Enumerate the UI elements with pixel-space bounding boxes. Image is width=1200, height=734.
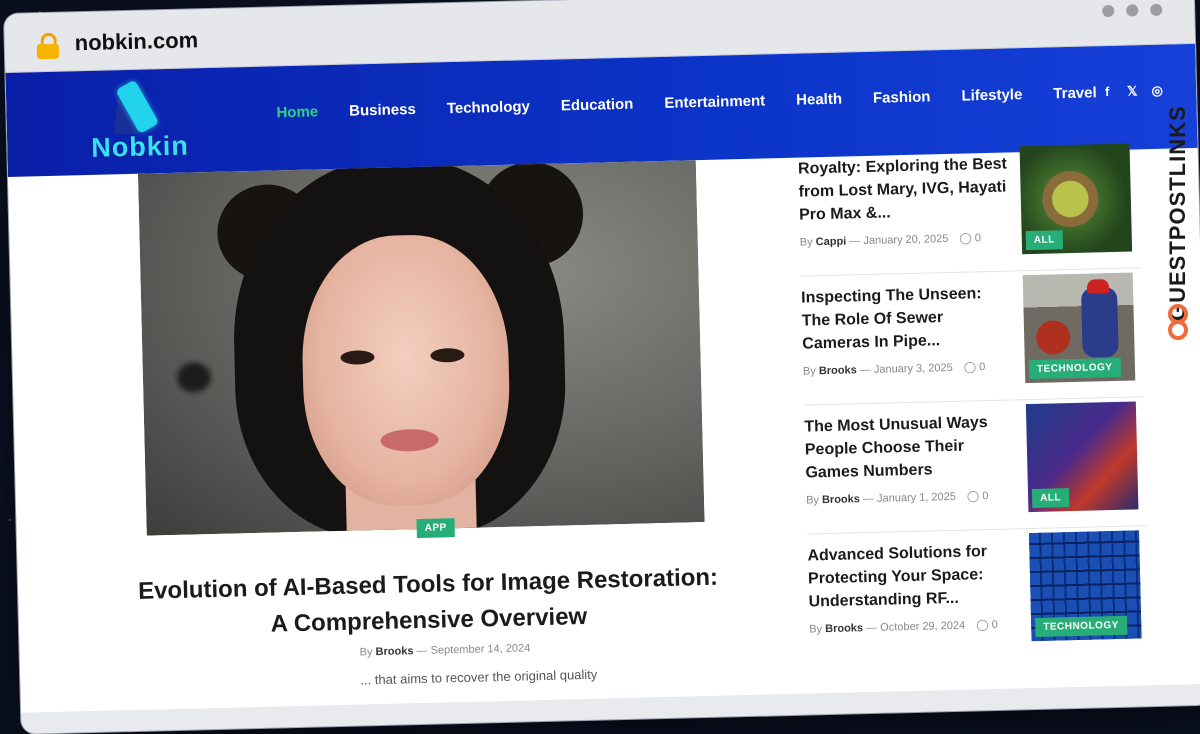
list-item[interactable]: Inspecting The Unseen: The Role Of Sewer… (800, 268, 1144, 406)
sidebar-posts: Royalty: Exploring the Best from Lost Ma… (797, 139, 1150, 662)
comment-count: 0 (979, 361, 986, 374)
nav-education[interactable]: Education (561, 96, 634, 115)
post-thumbnail[interactable]: ALL (1019, 143, 1133, 255)
nav-health[interactable]: Health (796, 91, 842, 109)
lock-icon (36, 32, 60, 60)
post-author[interactable]: Brooks (819, 364, 857, 377)
nav-home[interactable]: Home (276, 103, 318, 121)
post-date: October 29, 2024 (880, 619, 966, 634)
hero-date: September 14, 2024 (430, 642, 531, 657)
comment-icon[interactable]: ◯ (976, 619, 989, 631)
nav-lifestyle[interactable]: Lifestyle (961, 86, 1022, 104)
website: Nobkin Home Business Technology Educatio… (5, 43, 1200, 713)
logo-mark-icon (113, 79, 160, 135)
comment-icon[interactable]: ◯ (967, 490, 980, 502)
list-item[interactable]: Advanced Solutions for Protecting Your S… (807, 526, 1150, 662)
chain-link-icon (1168, 304, 1190, 342)
category-tag[interactable]: TECHNOLOGY (1028, 357, 1121, 380)
post-author[interactable]: Brooks (825, 622, 863, 635)
post-date: January 20, 2025 (863, 232, 949, 248)
comment-count: 0 (982, 490, 989, 503)
post-author[interactable]: Brooks (822, 493, 860, 506)
nav-technology[interactable]: Technology (447, 98, 530, 117)
post-title[interactable]: Advanced Solutions for Protecting Your S… (807, 539, 1019, 613)
post-meta: By Cappi — January 20, 2025 ◯ 0 (799, 232, 982, 249)
main-nav: Home Business Technology Education Enter… (276, 84, 1097, 121)
comment-icon[interactable]: ◯ (959, 232, 972, 244)
window-dot-icon[interactable] (1126, 4, 1139, 17)
post-title[interactable]: Royalty: Exploring the Best from Lost Ma… (798, 153, 1010, 227)
comment-count: 0 (974, 232, 982, 245)
browser-window: nobkin.com Nobkin Home Business Technolo… (4, 0, 1200, 734)
hero-title[interactable]: Evolution of AI-Based Tools for Image Re… (128, 559, 730, 646)
category-tag[interactable]: TECHNOLOGY (1035, 615, 1128, 637)
category-tag[interactable]: ALL (1031, 488, 1070, 509)
post-date: January 3, 2025 (873, 361, 953, 376)
social-links: f 𝕏 ◎ (1100, 83, 1164, 101)
logo-text: Nobkin (90, 130, 190, 163)
window-dot-icon[interactable] (1150, 3, 1163, 16)
post-title[interactable]: The Most Unusual Ways People Choose Thei… (804, 410, 1016, 484)
post-thumbnail[interactable]: TECHNOLOGY (1028, 530, 1142, 642)
url-text[interactable]: nobkin.com (74, 27, 198, 56)
post-meta: By Brooks — January 3, 2025 ◯ 0 (802, 361, 986, 378)
category-tag[interactable]: ALL (1025, 230, 1064, 251)
window-controls (1102, 3, 1163, 18)
instagram-icon[interactable]: ◎ (1150, 83, 1164, 99)
post-meta: By Brooks — October 29, 2024 ◯ 0 (809, 618, 998, 636)
nav-travel[interactable]: Travel (1053, 84, 1097, 102)
hero-meta: By Brooks — September 14, 2024 (359, 642, 531, 659)
post-date: January 1, 2025 (876, 490, 957, 505)
comment-icon[interactable]: ◯ (964, 361, 977, 373)
hero-category-tag[interactable]: APP (416, 518, 455, 539)
post-thumbnail[interactable]: TECHNOLOGY (1022, 272, 1136, 384)
x-icon[interactable]: 𝕏 (1125, 83, 1139, 99)
facebook-icon[interactable]: f (1100, 84, 1114, 100)
guestpostlinks-watermark: GUESTPOSTLINKS (1165, 60, 1196, 360)
watermark-text: GUESTPOSTLINKS (1165, 105, 1190, 321)
list-item[interactable]: The Most Unusual Ways People Choose Thei… (803, 397, 1147, 535)
post-author[interactable]: Cappi (816, 235, 847, 248)
nav-business[interactable]: Business (349, 101, 416, 120)
post-meta: By Brooks — January 1, 2025 ◯ 0 (805, 490, 989, 507)
hero-author[interactable]: Brooks (375, 645, 413, 658)
nav-fashion[interactable]: Fashion (873, 88, 931, 106)
site-logo[interactable]: Nobkin (90, 76, 192, 168)
hero-image[interactable] (137, 160, 705, 536)
list-item[interactable]: Royalty: Exploring the Best from Lost Ma… (797, 139, 1141, 277)
post-title[interactable]: Inspecting The Unseen: The Role Of Sewer… (801, 281, 1013, 355)
comment-count: 0 (991, 618, 998, 632)
post-thumbnail[interactable]: ALL (1025, 401, 1139, 513)
window-dot-icon[interactable] (1102, 4, 1115, 18)
nav-entertainment[interactable]: Entertainment (664, 92, 765, 111)
